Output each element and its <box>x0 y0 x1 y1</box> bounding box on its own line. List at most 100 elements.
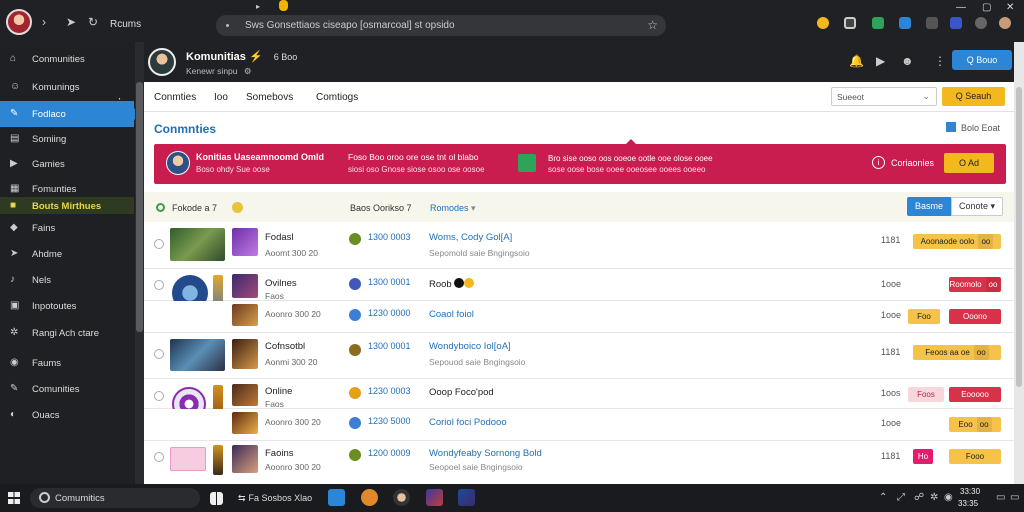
group-icon[interactable]: ☻ <box>901 54 914 68</box>
play-icon[interactable]: ▶ <box>876 54 885 68</box>
sidebar-item-bouts-mirthues[interactable]: ■ Bouts Mirthues <box>0 197 134 214</box>
tab-indicator-icon[interactable] <box>279 0 288 11</box>
sidebar-item-rangi[interactable]: ✲ Rangi Ach ctare <box>0 320 134 346</box>
toggle-basme[interactable]: Basme <box>907 197 951 216</box>
extension-puzzle-icon[interactable] <box>872 17 884 29</box>
main-scroll-thumb[interactable] <box>1016 87 1022 387</box>
browser-account-avatar[interactable] <box>999 17 1011 29</box>
row-action-pill[interactable]: Eoo oo <box>949 417 1001 432</box>
taskbar-app-orange-icon[interactable] <box>361 489 378 506</box>
clock-date[interactable]: 33:35 <box>958 499 978 508</box>
extension-coin-icon[interactable] <box>817 17 829 29</box>
sidebar-item-fains[interactable]: ◆ Fains <box>0 215 134 241</box>
row-title[interactable]: Woms, Cody Gol[A] <box>429 232 512 243</box>
search-button[interactable]: Q Seauh <box>942 87 1005 106</box>
section-link[interactable]: Bolo Eoat <box>946 122 1000 133</box>
maximize-icon[interactable]: ▢ <box>982 2 991 13</box>
tab-chevron-icon[interactable]: ▸ <box>256 2 260 11</box>
windows-app-icon[interactable] <box>210 492 223 505</box>
sidebar-item-nels[interactable]: ♪ Nels <box>0 267 134 293</box>
notification-icon[interactable]: 🔔 <box>849 54 864 68</box>
list-item[interactable]: Ovilnes Faos 1300 0001 Roob 1ooe Roomolo… <box>144 269 1014 321</box>
tab-ioo[interactable]: Ioo <box>214 92 228 103</box>
sidebar-scrollbar[interactable] <box>135 42 144 484</box>
toggle-conote[interactable]: Conote ▾ <box>951 197 1003 216</box>
extension-box-icon[interactable] <box>844 17 856 29</box>
extension-grid-icon[interactable] <box>950 17 962 29</box>
taskbar-game2-icon[interactable] <box>458 489 475 506</box>
close-icon[interactable]: ✕ <box>1006 2 1014 13</box>
sidebar-item-comunities[interactable]: ✎ Comunities <box>0 376 134 402</box>
more-icon[interactable]: ⋮ <box>934 54 946 68</box>
taskbar-game-icon[interactable] <box>426 489 443 506</box>
sidebar-scroll-thumb[interactable] <box>136 82 143 332</box>
header-avatar[interactable] <box>148 48 176 76</box>
row-radio[interactable] <box>154 349 164 359</box>
sidebar-item-conmunities[interactable]: ⌂ Conmunities <box>0 46 134 72</box>
row-secondary-pill[interactable]: Ooono <box>949 309 1001 324</box>
row-title[interactable]: Coriol foci Podooo <box>429 417 507 428</box>
row-title[interactable]: Wondyfeaby Sornong Bold <box>429 448 542 459</box>
clock-time[interactable]: 33:30 <box>960 487 980 496</box>
row-action-pill[interactable]: Aoonaode oolo oo <box>913 234 1001 249</box>
banner-avatar[interactable] <box>166 151 190 175</box>
extension-info-icon[interactable] <box>975 17 987 29</box>
taskbar-app-blue-icon[interactable] <box>328 489 345 506</box>
url-bar[interactable]: Sws Gonsettiaos ciseapo [osmarcoal] st o… <box>216 15 666 36</box>
row-action-pill[interactable]: Foos <box>908 387 944 402</box>
sidebar-item-gamies[interactable]: ▶ Gamies <box>0 151 134 177</box>
header-action-button[interactable]: Q Bouo <box>952 50 1012 70</box>
filter-select[interactable]: Sueeot ⌄ <box>831 87 937 106</box>
start-windows-icon[interactable] <box>8 492 20 504</box>
sidebar-item-inpotoutes[interactable]: ▣ Inpotoutes <box>0 293 134 319</box>
list-item[interactable]: Aoonro 300 20 1230 0000 Coaol foiol 1ooe… <box>144 301 1014 333</box>
filter-label[interactable]: Fokode a 7 <box>172 203 217 213</box>
list-item[interactable]: Aoonro 300 20 1230 5000 Coriol foci Podo… <box>144 409 1014 441</box>
tray-settings-icon[interactable]: ✲ <box>930 492 938 503</box>
row-radio[interactable] <box>154 280 164 290</box>
row-secondary-pill[interactable]: Eooooo <box>949 387 1001 402</box>
sidebar-item-ouacs[interactable]: ◐ Ouacs <box>0 402 134 428</box>
filter-mid-label[interactable]: Baos Oorikso 7 <box>350 203 412 213</box>
forward-icon[interactable]: › <box>42 16 46 28</box>
row-title[interactable]: Ooop Foco'pod <box>429 387 494 398</box>
list-item[interactable]: Cofnsotbl Aonmi 300 20 1300 0001 Wondybo… <box>144 333 1014 379</box>
row-radio[interactable] <box>154 239 164 249</box>
tab-conmties[interactable]: Conmties <box>154 92 196 103</box>
taskbar-avatar-icon[interactable] <box>393 489 410 506</box>
tray-chevron-icon[interactable]: ⌃ <box>879 492 887 503</box>
row-action-pill[interactable]: Feoos aa oe oo <box>913 345 1001 360</box>
minimize-icon[interactable]: — <box>956 2 966 13</box>
tray-display-icon[interactable]: ▭ <box>1010 492 1019 503</box>
list-item[interactable]: Fodasl Aoomt 300 20 1300 0003 Woms, Cody… <box>144 222 1014 269</box>
row-title[interactable]: Coaol foiol <box>429 309 474 320</box>
row-radio[interactable] <box>154 391 164 401</box>
row-action-pill[interactable]: Roomolo oo <box>949 277 1001 292</box>
bookmark-star-icon[interactable]: ☆ <box>647 18 658 32</box>
row-action-pill[interactable]: Ho <box>913 449 933 464</box>
row-secondary-pill[interactable]: Fooo <box>949 449 1001 464</box>
reload-icon[interactable]: ↻ <box>88 16 98 28</box>
tray-share-icon[interactable]: ⤢ <box>897 492 905 503</box>
row-title[interactable]: Wondyboico Iol[oA] <box>429 341 511 352</box>
sidebar-item-somiing[interactable]: ▤ Somiing <box>0 126 134 152</box>
profile-avatar[interactable] <box>6 9 32 35</box>
send-icon[interactable]: ➤ <box>66 16 76 28</box>
tab-comtiogs[interactable]: Comtiogs <box>316 92 358 103</box>
taskbar-app-label[interactable]: ⇆ Fa Sosbos Xlao <box>238 493 312 504</box>
banner-add-button[interactable]: O Ad <box>944 153 994 173</box>
list-item[interactable]: Faoins Aoonro 300 20 1200 0009 Wondyfeab… <box>144 441 1014 484</box>
sidebar-item-faums[interactable]: ◉ Faums <box>0 350 134 376</box>
sidebar-item-fodlaco[interactable]: ✎ Fodlaco <box>0 101 140 127</box>
extension-flag-icon[interactable] <box>899 17 911 29</box>
info-icon[interactable]: i <box>872 156 885 169</box>
row-action-pill[interactable]: Foo <box>908 309 940 324</box>
sidebar-item-ahdme[interactable]: ➤ Ahdme <box>0 241 134 267</box>
extension-chat-icon[interactable] <box>926 17 938 29</box>
tray-network-icon[interactable]: ☍ <box>914 492 924 503</box>
tab-somebovs[interactable]: Somebovs <box>246 92 293 103</box>
sidebar-item-komunings[interactable]: ☺ Komunings <box>0 74 134 100</box>
tray-battery-icon[interactable]: ▭ <box>996 492 1005 503</box>
list-item[interactable]: Online Faos 1230 0003 Ooop Foco'pod 1oos… <box>144 379 1014 431</box>
taskbar-search[interactable]: Comumitics <box>30 488 200 508</box>
